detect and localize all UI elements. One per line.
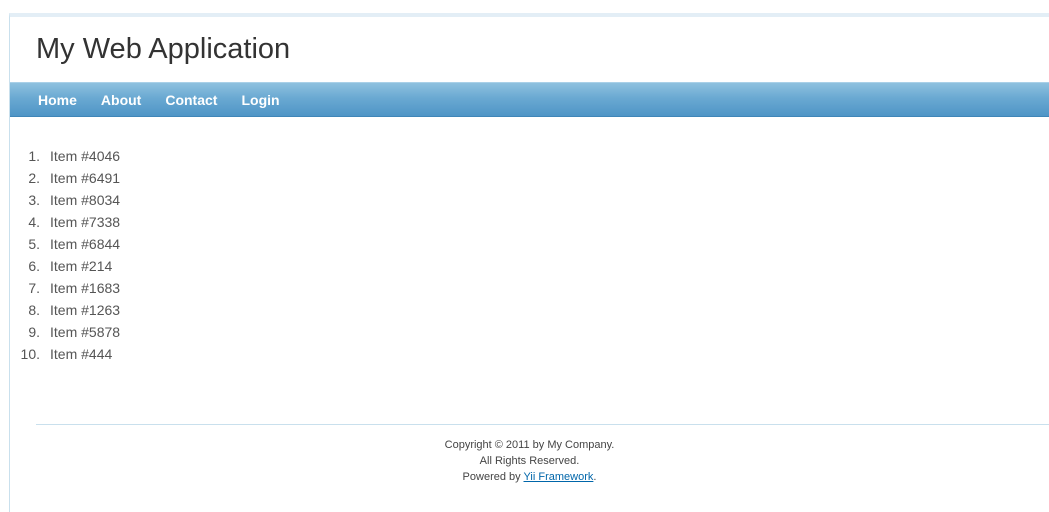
main-content: 1. Item #4046 2. Item #6491 3. Item #8034 4… — [10, 117, 1049, 424]
list-item-number: 4. — [28, 214, 40, 230]
list-item: 2. Item #6491 — [10, 167, 1049, 189]
footer: Copyright © 2011 by My Company. All Righ… — [36, 424, 1049, 485]
list-item: 7. Item #1683 — [10, 277, 1049, 299]
nav-login-link[interactable]: Login — [241, 93, 279, 107]
list-item-label: Item #7338 — [50, 214, 121, 230]
powered-by-suffix: . — [593, 471, 597, 483]
list-item: 1. Item #4046 — [10, 145, 1049, 167]
list-item-number: 7. — [28, 280, 40, 296]
header: My Web Application — [10, 17, 1049, 82]
list-item-label: Item #1263 — [50, 302, 121, 318]
list-item-number: 1. — [28, 148, 40, 164]
list-item-label: Item #1683 — [50, 280, 121, 296]
list-item-label: Item #8034 — [50, 192, 121, 208]
list-item-label: Item #6491 — [50, 170, 121, 186]
list-item: 9. Item #5878 — [10, 321, 1049, 343]
footer-copyright: Copyright © 2011 by My Company. — [444, 439, 615, 451]
list-item: 4. Item #7338 — [10, 211, 1049, 233]
list-item: 6. Item #214 — [10, 255, 1049, 277]
list-item-number: 3. — [28, 192, 40, 208]
main-menu: Home About Contact Login — [10, 82, 1049, 117]
item-list: 1. Item #4046 2. Item #6491 3. Item #8034 4… — [10, 145, 1049, 365]
list-item-label: Item #5878 — [50, 324, 121, 340]
site-title: My Web Application — [36, 33, 291, 65]
footer-rights: All Rights Reserved. — [479, 455, 580, 467]
list-item-number: 9. — [28, 324, 40, 340]
list-item-label: Item #6844 — [50, 236, 121, 252]
list-item-label: Item #214 — [50, 258, 113, 274]
list-item-number: 5. — [28, 236, 40, 252]
list-item: 5. Item #6844 — [10, 233, 1049, 255]
page-container: My Web Application Home About Contact Lo… — [9, 13, 1049, 512]
list-item: 3. Item #8034 — [10, 189, 1049, 211]
list-item: 8. Item #1263 — [10, 299, 1049, 321]
nav-home-link[interactable]: Home — [38, 93, 77, 107]
nav-about-link[interactable]: About — [101, 93, 141, 107]
list-item: 10. Item #444 — [10, 343, 1049, 365]
list-item-label: Item #444 — [50, 346, 113, 362]
footer-powered-by: Powered by Yii Framework. — [36, 469, 1023, 485]
yii-framework-link[interactable]: Yii Framework — [524, 471, 594, 483]
list-item-label: Item #4046 — [50, 148, 121, 164]
list-item-number: 8. — [28, 302, 40, 318]
list-item-number: 2. — [28, 170, 40, 186]
nav-contact-link[interactable]: Contact — [165, 93, 217, 107]
list-item-number: 6. — [28, 258, 40, 274]
powered-by-prefix: Powered by — [462, 471, 524, 483]
list-item-number: 10. — [20, 346, 40, 362]
